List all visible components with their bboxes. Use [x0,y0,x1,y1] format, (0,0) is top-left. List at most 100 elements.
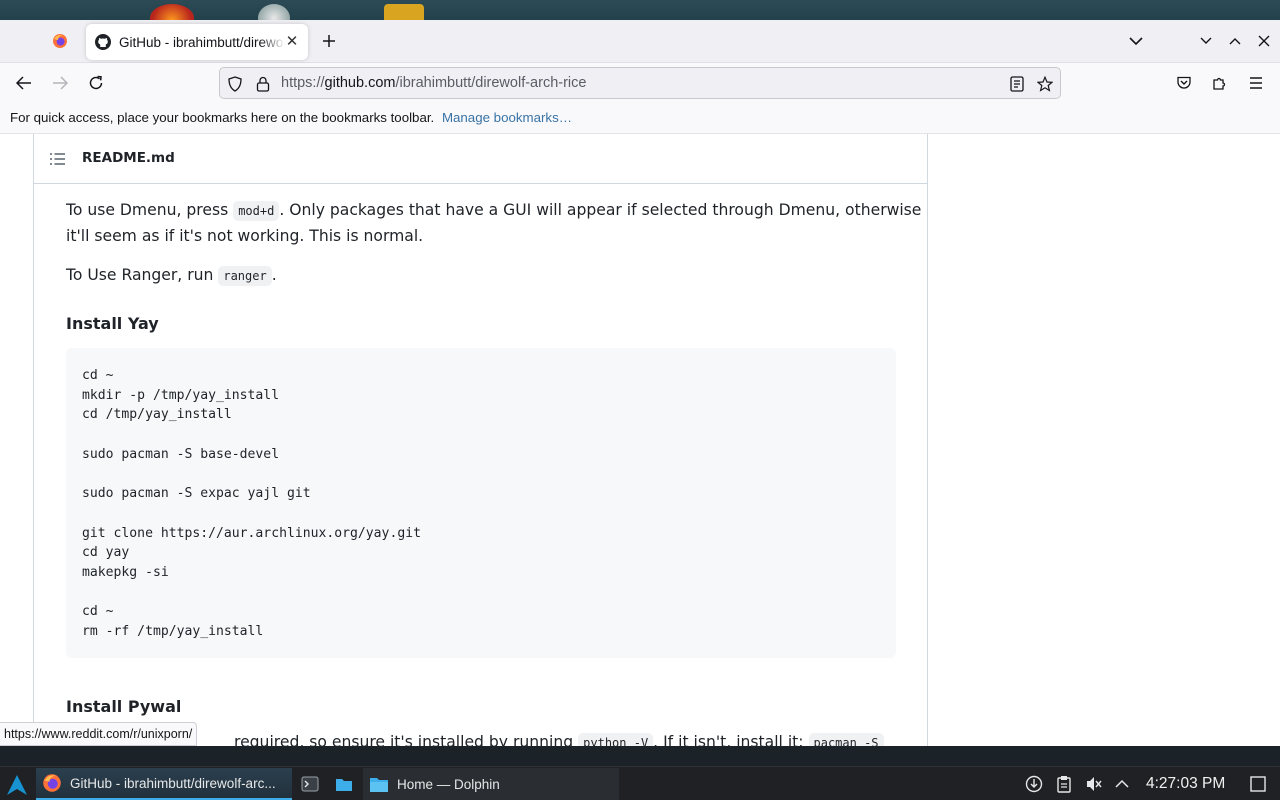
terminal-icon [301,776,319,792]
url-text[interactable]: https://github.com/ibrahimbutt/direwolf-… [281,75,586,91]
puzzle-icon [1213,77,1226,90]
taskbar-dolphin[interactable]: Home — Dolphin [363,768,619,800]
close-tab-icon[interactable]: ✕ [284,32,300,50]
chevron-down-icon [1129,37,1143,46]
ranger-text-2: . [271,266,277,284]
clipboard-tray-icon[interactable] [1054,774,1074,794]
tab-title: GitHub - ibrahimbutt/direwolf-arch-rice [119,34,285,50]
manage-bookmarks-link[interactable]: Manage bookmarks… [442,110,572,125]
readme-header: README.md [34,134,927,184]
reload-button[interactable] [85,72,107,94]
pywal-paragraph: required, so ensure it's installed by ru… [234,730,884,746]
ranger-command-code: ranger [218,266,272,286]
minimize-icon [1200,37,1212,44]
list-all-tabs-button[interactable] [1124,30,1148,52]
arch-logo-icon [7,775,27,795]
desktop-firefox-icon[interactable] [150,4,194,20]
taskbar-firefox[interactable]: GitHub - ibrahimbutt/direwolf-arc... [36,768,292,800]
chevron-up-icon [1115,779,1129,788]
readme-filename: README.md [82,150,175,166]
new-tab-button[interactable] [318,30,340,52]
app-menu-button[interactable] [1245,72,1267,94]
pocket-button[interactable] [1173,72,1195,94]
show-desktop-icon [1250,776,1266,792]
desktop-gap [0,746,1280,766]
desktop-app-icon[interactable] [258,4,290,20]
maximize-button[interactable] [1225,31,1245,51]
volume-tray-icon[interactable] [1084,774,1104,794]
url-host: github.com [324,75,396,91]
application-launcher[interactable] [4,772,30,798]
dmenu-paragraph: To use Dmenu, press mod+d. Only packages… [66,198,921,249]
page-content: README.md To use Dmenu, press mod+d. Onl… [0,134,1280,746]
bookmarks-hint: For quick access, place your bookmarks h… [10,110,435,125]
show-desktop-button[interactable] [1248,774,1268,794]
ranger-paragraph: To Use Ranger, run ranger. [66,263,277,289]
volume-muted-icon [1087,777,1102,791]
pocket-icon [1177,76,1191,89]
dmenu-text-1: To use Dmenu, press [66,201,229,219]
firefox-window: GitHub - ibrahimbutt/direwolf-arch-rice … [0,20,1280,746]
desktop-folder-icon[interactable] [384,4,424,20]
back-arrow-icon [16,76,31,90]
forward-button[interactable] [49,72,71,94]
dmenu-text-3: it'll seem as if it's not working. This … [66,227,424,245]
reload-icon [89,75,103,90]
forward-arrow-icon [53,76,68,90]
bookmark-star-button[interactable] [1036,75,1054,93]
url-path: /ibrahimbutt/direwolf-arch-rice [395,75,587,91]
clipboard-icon [1057,776,1071,793]
clock[interactable]: 4:27:03 PM [1146,775,1225,793]
extensions-button[interactable] [1209,72,1231,94]
pacman-install-code: pacman -S [808,733,884,746]
dmenu-text-2: . Only packages that have a GUI will app… [279,201,922,219]
url-bar[interactable]: https://github.com/ibrahimbutt/direwolf-… [219,67,1061,99]
github-icon [95,34,111,50]
install-yay-heading: Install Yay [66,314,159,333]
file-manager-launcher[interactable] [334,774,354,794]
lock-icon [256,76,270,92]
python-version-code: python -V [578,733,654,746]
taskbar: GitHub - ibrahimbutt/direwolf-arc... Hom… [0,766,1280,800]
desktop-background [0,0,1280,20]
close-window-button[interactable] [1254,31,1274,51]
url-prefix: https:// [281,75,325,91]
tab-strip: GitHub - ibrahimbutt/direwolf-arch-rice … [0,20,1280,63]
tray-expander[interactable] [1112,774,1132,794]
site-info-icon[interactable] [254,75,272,93]
taskbar-dolphin-label: Home — Dolphin [397,776,500,792]
tracking-protection-icon[interactable] [226,75,244,93]
task-manager-icon[interactable] [300,774,320,794]
reader-view-icon [1010,76,1024,92]
hamburger-menu-icon [1250,77,1262,89]
back-button[interactable] [13,72,35,94]
firefox-icon [53,34,67,48]
shield-icon [228,76,242,92]
tab-github[interactable]: GitHub - ibrahimbutt/direwolf-arch-rice … [86,24,308,60]
updates-tray-icon[interactable] [1024,774,1044,794]
yay-code: cd ~ mkdir -p /tmp/yay_install cd /tmp/y… [82,368,421,640]
pywal-text-2: . If it isn't, install it: [653,733,804,746]
link-status-overlay: https://www.reddit.com/r/unixporn/ [0,722,198,746]
plus-icon [323,35,335,47]
dolphin-folder-icon [370,778,388,792]
readme-panel: README.md To use Dmenu, press mod+d. Onl… [33,134,928,746]
pywal-text-1: required, so ensure it's installed by ru… [234,733,574,746]
yay-code-block: cd ~ mkdir -p /tmp/yay_install cd /tmp/y… [66,348,896,658]
reader-view-button[interactable] [1008,75,1026,93]
dmenu-shortcut-code: mod+d [233,201,280,221]
update-icon [1025,775,1043,793]
minimize-button[interactable] [1196,31,1216,51]
close-icon [1258,35,1270,47]
bookmarks-toolbar: For quick access, place your bookmarks h… [0,103,1280,134]
maximize-icon [1229,38,1241,45]
pinned-tab[interactable] [40,24,80,58]
taskbar-firefox-label: GitHub - ibrahimbutt/direwolf-arc... [70,775,276,791]
ranger-text-1: To Use Ranger, run [66,266,214,284]
folder-icon [336,779,352,791]
navigation-toolbar: https://github.com/ibrahimbutt/direwolf-… [0,63,1280,103]
table-of-contents-icon[interactable] [49,151,67,167]
firefox-icon [43,774,61,792]
install-pywal-heading: Install Pywal [66,697,182,716]
star-icon [1037,76,1053,92]
